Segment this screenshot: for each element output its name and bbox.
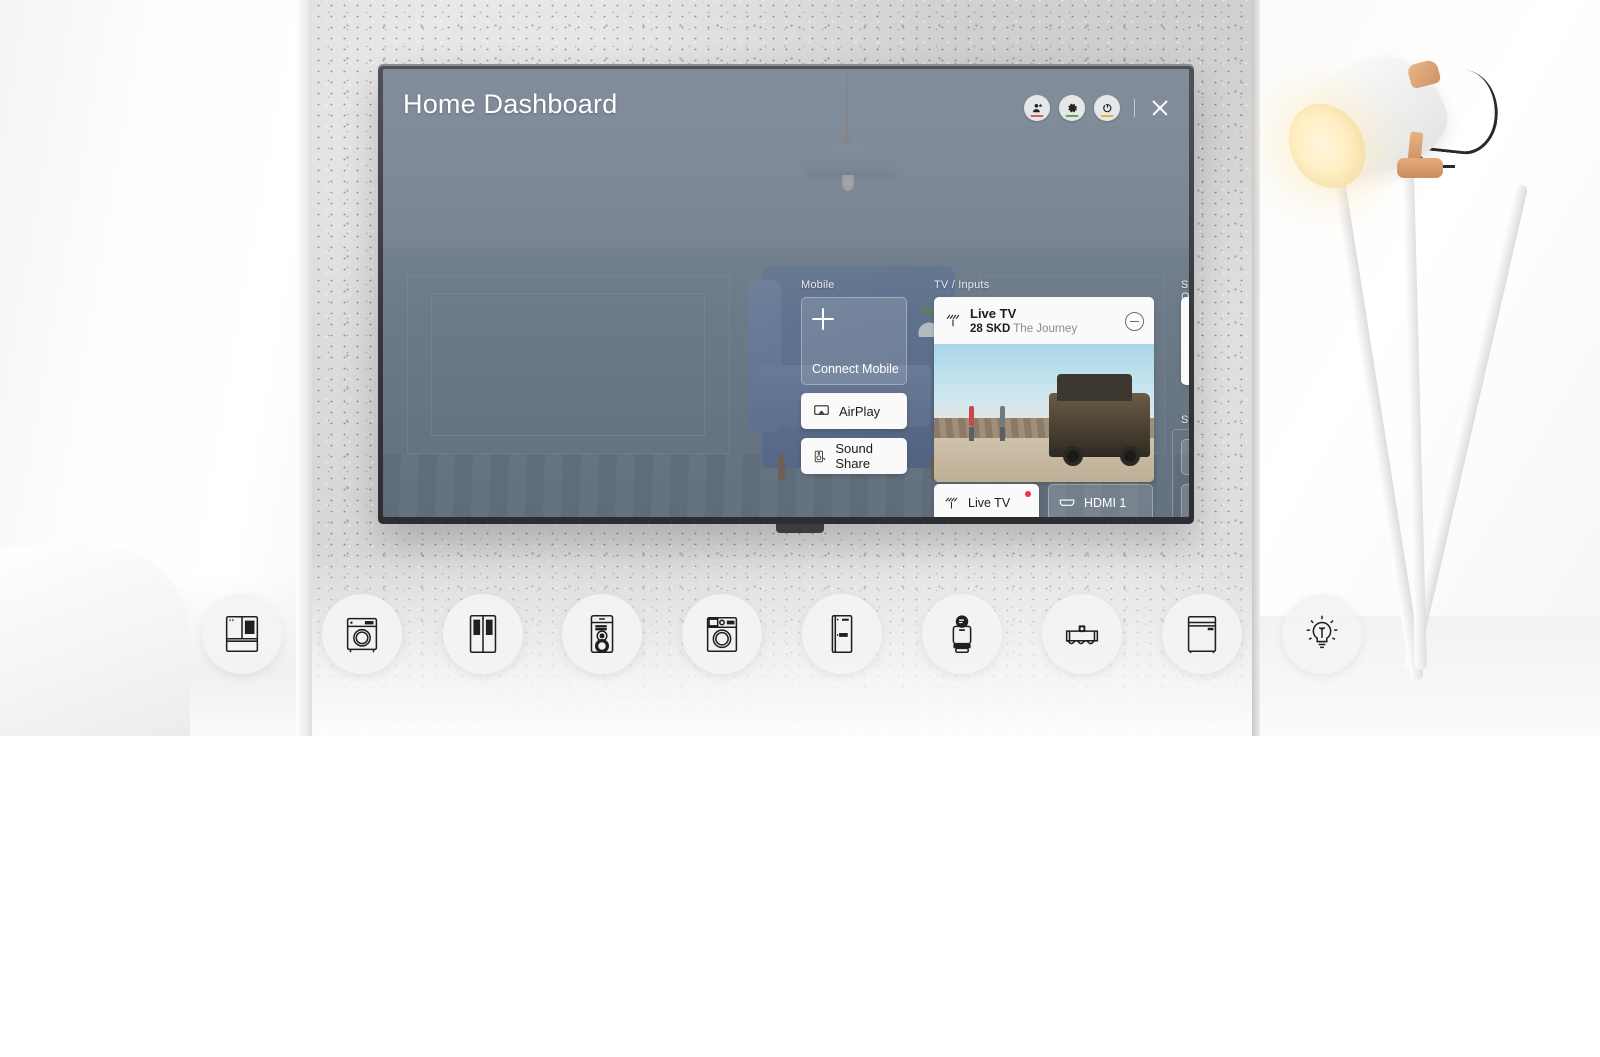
now-playing-program: The Journey xyxy=(1013,323,1078,336)
connect-mobile-button[interactable]: Connect Mobile ... xyxy=(801,297,907,385)
room-sofa-left xyxy=(0,546,190,736)
now-playing-channel: 28 SKD xyxy=(970,323,1011,336)
appliance-icon-washer-dryer[interactable] xyxy=(682,594,762,674)
sound-share-icon xyxy=(814,450,826,462)
column-label-tv-inputs: TV / Inputs xyxy=(934,279,990,291)
front-load-washer-icon xyxy=(346,617,378,653)
sound-share-label: Sound Share xyxy=(835,441,873,471)
robot-vacuum-icon xyxy=(1065,625,1099,645)
refresh-accent xyxy=(1100,114,1114,117)
side-by-side-refrigerator-icon xyxy=(469,615,497,653)
appliance-icon-front-load-washer[interactable] xyxy=(322,594,402,674)
appliance-icon-smart-bulb[interactable] xyxy=(1282,594,1362,674)
user-account-button[interactable] xyxy=(1024,95,1050,121)
settings-button[interactable] xyxy=(1059,95,1085,121)
styler-closet-icon xyxy=(831,615,853,653)
appliance-icon-air-purifier-tower[interactable] xyxy=(562,594,642,674)
antenna-icon xyxy=(945,497,958,508)
tv-screen: Home Dashboard Mobile TV / Inputs S S Co… xyxy=(383,69,1189,517)
dashboard-actions xyxy=(1024,95,1171,121)
refresh-button[interactable] xyxy=(1094,95,1120,121)
connect-mobile-label: Connect Mobile ... xyxy=(812,362,898,376)
french-door-refrigerator-icon xyxy=(225,615,259,653)
now-playing-source: Live TV xyxy=(970,306,1017,321)
sound-share-button[interactable]: Sound Share xyxy=(801,438,907,474)
plus-icon xyxy=(812,308,834,330)
input-tile-live-tv[interactable]: Live TV xyxy=(934,484,1039,517)
appliance-icon-french-door-refrigerator[interactable] xyxy=(202,594,282,674)
airplay-icon xyxy=(814,404,829,415)
input-label: Live TV xyxy=(968,496,1011,510)
air-purifier-round-icon xyxy=(952,615,972,653)
column-label-mobile: Mobile xyxy=(801,279,835,291)
air-purifier-tower-icon xyxy=(590,615,614,653)
column-label-storage: Storage xyxy=(1181,414,1189,426)
appliance-icon-dishwasher[interactable] xyxy=(1162,594,1242,674)
lamp-collar xyxy=(1397,158,1443,178)
tv-stand xyxy=(776,524,824,533)
airplay-button[interactable]: AirPlay xyxy=(801,393,907,429)
appliance-icon-robot-vacuum[interactable] xyxy=(1042,594,1122,674)
dishwasher-icon xyxy=(1187,615,1217,654)
washer-dryer-icon xyxy=(706,616,738,653)
user-account-accent xyxy=(1030,114,1044,117)
airplay-label: AirPlay xyxy=(839,403,881,419)
home-dashboard: Home Dashboard Mobile TV / Inputs S S Co… xyxy=(383,69,1189,517)
recording-indicator-icon xyxy=(1025,491,1031,497)
storage-tile-usb[interactable]: USB xyxy=(1181,439,1189,475)
page-bottom-area xyxy=(0,736,1600,1057)
antenna-icon xyxy=(946,314,960,327)
sound-out-card[interactable]: Optical + Interna... xyxy=(1181,297,1189,385)
minus-icon[interactable] xyxy=(1125,311,1144,331)
input-label: HDMI 1 xyxy=(1084,496,1127,510)
television: Home Dashboard Mobile TV / Inputs S S Co… xyxy=(378,64,1194,524)
hdmi-icon xyxy=(1059,499,1075,509)
storage-tile-media-server[interactable]: Media Server xyxy=(1181,484,1189,517)
now-playing-card[interactable]: Live TV 28 SKD The Journey xyxy=(934,297,1154,482)
room-scene: Home Dashboard Mobile TV / Inputs S S Co… xyxy=(0,0,1600,736)
appliance-icon-styler-closet[interactable] xyxy=(802,594,882,674)
smart-bulb-icon xyxy=(1306,615,1338,649)
appliance-icon-air-purifier-round[interactable] xyxy=(922,594,1002,674)
now-playing-thumbnail xyxy=(934,343,1154,482)
page-title: Home Dashboard xyxy=(403,89,618,119)
input-tile-hdmi-1[interactable]: HDMI 1 xyxy=(1048,484,1153,517)
appliance-icon-side-by-side-refrigerator[interactable] xyxy=(443,594,523,674)
actions-divider xyxy=(1134,99,1135,117)
close-icon[interactable] xyxy=(1149,97,1171,119)
settings-accent xyxy=(1065,114,1079,117)
